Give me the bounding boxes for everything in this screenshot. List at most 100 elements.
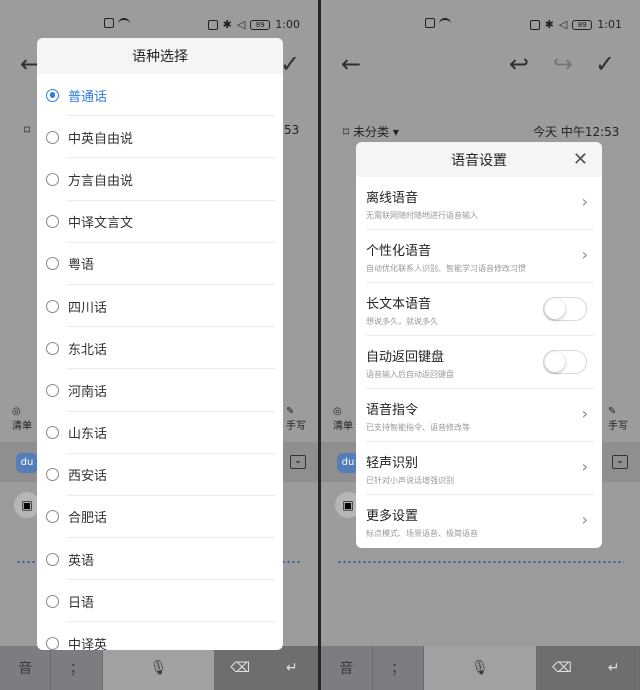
mic-key[interactable]: 🎙 xyxy=(102,646,216,690)
enter-icon: ↵ xyxy=(285,660,298,676)
bookmark-icon[interactable]: ⌑ xyxy=(24,123,30,137)
language-option-label: 合肥话 xyxy=(68,511,108,527)
language-option-label: 日语 xyxy=(68,595,95,611)
language-option-label: 西安话 xyxy=(68,469,108,485)
bookmark-icon: ⌑ xyxy=(343,125,350,139)
toggle-knob xyxy=(545,299,565,319)
voice-setting-title: 个性化语音 xyxy=(366,244,432,259)
back-arrow-icon[interactable]: ← xyxy=(341,50,361,78)
radio-button[interactable] xyxy=(46,637,59,650)
voice-setting-row[interactable]: 长文本语音 想说多久，就说多久 xyxy=(356,283,602,336)
language-option-label: 英语 xyxy=(68,553,95,569)
language-option-label: 粤语 xyxy=(68,258,95,274)
language-dialog-title: 语种选择 xyxy=(37,38,283,74)
enter-key[interactable]: ↵ xyxy=(588,646,640,690)
handwriting-button[interactable]: ✎ 手写 xyxy=(286,406,306,432)
voice-setting-row[interactable]: 语音指令 已支持智能指令、语音修改等 › xyxy=(356,389,602,442)
voice-setting-row[interactable]: 轻声识别 已针对小声说话增强识别 › xyxy=(356,442,602,495)
toggle-switch[interactable] xyxy=(543,350,587,374)
mute-icon: ◁ xyxy=(558,18,568,31)
language-option[interactable]: 东北话 xyxy=(37,327,283,370)
bluetooth-icon: ✱ xyxy=(222,18,232,31)
radio-button[interactable] xyxy=(46,510,59,524)
voice-setting-row[interactable]: 更多设置 标点模式、场景语音、极简语音 › xyxy=(356,495,602,548)
checklist-label: 清单 xyxy=(12,420,32,432)
key-semicolon[interactable]: ； xyxy=(51,646,103,690)
checklist-button[interactable]: ◎ 清单 xyxy=(12,406,32,432)
radio-button[interactable] xyxy=(46,383,59,397)
language-option[interactable]: 粤语 xyxy=(37,243,283,286)
backspace-key[interactable]: ⌫ xyxy=(215,646,267,690)
enter-key[interactable]: ↵ xyxy=(266,646,318,690)
language-option[interactable]: 西安话 xyxy=(37,454,283,497)
language-option[interactable]: 合肥话 xyxy=(37,496,283,539)
chevron-right-icon: › xyxy=(581,457,588,476)
checklist-label: 清单 xyxy=(333,420,353,432)
voice-setting-desc: 无需联网随时随地进行语音输入 xyxy=(366,211,478,220)
check-icon[interactable]: ✓ xyxy=(280,50,300,78)
radio-button[interactable] xyxy=(46,552,59,566)
language-option-label: 中译文言文 xyxy=(68,216,134,232)
voice-setting-title: 更多设置 xyxy=(366,509,419,524)
radio-button[interactable] xyxy=(46,426,59,440)
caret-down-icon: ▾ xyxy=(392,125,399,139)
category-dropdown[interactable]: ⌑ 未分类 ▾ xyxy=(343,123,399,140)
language-option[interactable]: 中英自由说 xyxy=(37,116,283,159)
nfc-icon xyxy=(529,19,540,30)
language-option[interactable]: 山东话 xyxy=(37,412,283,454)
language-option[interactable]: 中译文言文 xyxy=(37,201,283,243)
key-voice-lang[interactable]: 音 xyxy=(0,646,52,690)
voice-setting-row[interactable]: 离线语音 无需联网随时随地进行语音输入 › xyxy=(356,177,602,230)
toggle-switch[interactable] xyxy=(543,297,587,321)
language-option[interactable]: 普通话 xyxy=(37,74,283,117)
wifi-icon xyxy=(118,18,130,28)
radio-button[interactable] xyxy=(46,341,59,355)
chevron-right-icon: › xyxy=(581,404,588,423)
redo-icon[interactable]: ↪ xyxy=(553,50,573,78)
undo-icon[interactable]: ↩ xyxy=(509,50,529,78)
mic-key[interactable]: 🎙 xyxy=(424,646,537,690)
language-option[interactable]: 四川话 xyxy=(37,285,283,328)
language-option[interactable]: 河南话 xyxy=(37,369,283,412)
check-icon[interactable]: ✓ xyxy=(595,50,615,78)
handwriting-button[interactable]: ✎ 手写 xyxy=(608,406,628,432)
du-logo-icon[interactable]: du xyxy=(16,453,38,473)
radio-button[interactable] xyxy=(46,88,59,102)
pen-icon: ✎ xyxy=(286,405,295,417)
note-time-partial: 53 xyxy=(284,123,300,137)
close-icon[interactable]: ✕ xyxy=(573,149,588,170)
voice-setting-row[interactable]: 自动返回键盘 语音输入后自动返回键盘 xyxy=(356,336,602,389)
language-option[interactable]: 英语 xyxy=(37,538,283,581)
clock: 1:01 xyxy=(597,18,622,31)
voice-setting-desc: 已支持智能指令、语音修改等 xyxy=(366,423,470,432)
backspace-key[interactable]: ⌫ xyxy=(536,646,589,690)
pen-icon: ✎ xyxy=(608,405,617,417)
sim-icon xyxy=(104,18,114,28)
collapse-keyboard-icon[interactable]: ⌄ xyxy=(612,455,628,469)
language-option[interactable]: 日语 xyxy=(37,580,283,623)
checklist-button[interactable]: ◎ 清单 xyxy=(333,406,353,432)
right-screen: ✱ ◁ 89 1:01 ← ↩ ↪ ✓ ⌑ 未分类 ▾ 今天 中午12:53 ◎… xyxy=(321,0,640,690)
radio-button[interactable] xyxy=(46,299,59,313)
radio-button[interactable] xyxy=(46,468,59,482)
bluetooth-icon: ✱ xyxy=(544,18,554,31)
voice-setting-row[interactable]: 个性化语音 自动优化联系人识别、智能学习语音修改习惯 › xyxy=(356,230,602,283)
status-bar: ✱ ◁ 89 1:01 xyxy=(321,0,640,48)
radio-button[interactable] xyxy=(46,172,59,186)
voice-settings-title: 语音设置 xyxy=(451,152,507,169)
radio-button[interactable] xyxy=(46,215,59,229)
nfc-icon xyxy=(207,19,218,30)
wifi-icon xyxy=(439,18,451,28)
radio-button[interactable] xyxy=(46,594,59,608)
language-option[interactable]: 方言自由说 xyxy=(37,158,283,201)
collapse-keyboard-icon[interactable]: ⌄ xyxy=(290,455,306,469)
key-semicolon[interactable]: ； xyxy=(373,646,425,690)
clock: 1:00 xyxy=(275,18,300,31)
language-option[interactable]: 中译英 xyxy=(37,622,283,650)
handwriting-label: 手写 xyxy=(286,420,306,432)
enter-icon: ↵ xyxy=(607,660,620,676)
radio-button[interactable] xyxy=(46,130,59,144)
radio-button[interactable] xyxy=(46,257,59,271)
key-voice-lang[interactable]: 音 xyxy=(321,646,373,690)
chevron-right-icon: › xyxy=(581,192,588,211)
